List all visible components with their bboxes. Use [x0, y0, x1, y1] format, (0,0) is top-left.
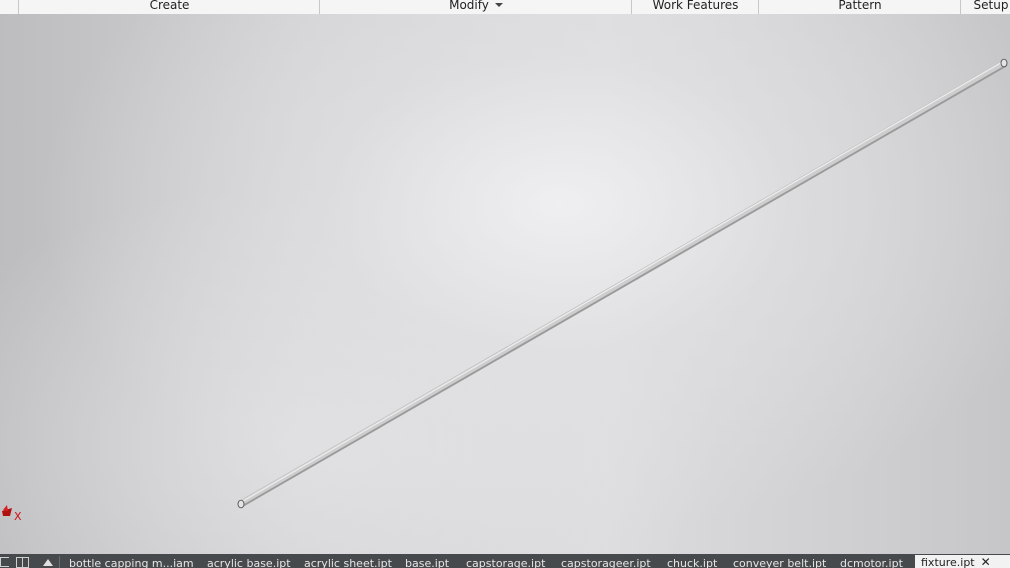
coordinate-triad: X	[2, 505, 22, 523]
panel-pattern[interactable]: Pattern	[758, 0, 961, 14]
tab-dcmotor[interactable]: dcmotor.ipt	[840, 556, 910, 568]
rod-end-cap-right	[1000, 58, 1008, 68]
close-icon[interactable]: ✕	[981, 555, 991, 568]
tab-label: bottle capping m...iam	[69, 557, 194, 568]
tab-label: base.ipt	[405, 557, 450, 568]
tab-label: capstorageer.ipt	[561, 557, 651, 568]
tab-capstorage[interactable]: capstorage.ipt	[466, 556, 552, 568]
panel-modify[interactable]: Modify	[319, 0, 632, 14]
panel-setup-label: Setup	[973, 0, 1009, 12]
tab-label: acrylic base.ipt	[207, 557, 291, 568]
tab-acrylic-base[interactable]: acrylic base.ipt	[207, 556, 295, 568]
rod-highlight	[241, 61, 1004, 503]
panel-create[interactable]: Create	[18, 0, 320, 14]
tab-label: conveyer belt.ipt	[733, 557, 827, 568]
graphics-viewport[interactable]: X	[0, 14, 1010, 554]
ribbon-panel-bar: Create Modify Work Features Pattern Setu…	[0, 0, 1010, 15]
panel-pattern-label: Pattern	[838, 0, 882, 12]
tab-base[interactable]: base.ipt	[405, 556, 457, 568]
panel-modify-label: Modify	[449, 0, 489, 12]
rod-model[interactable]	[237, 58, 1008, 509]
chevron-down-icon[interactable]	[494, 3, 503, 7]
document-list-icon[interactable]	[0, 557, 9, 567]
rod-body	[239, 60, 1006, 506]
tile-views-icon[interactable]	[16, 557, 29, 568]
scroll-up-icon[interactable]	[43, 559, 53, 566]
tab-label: chuck.ipt	[667, 557, 718, 568]
document-tab-bar: bottle capping m...iam acrylic base.ipt …	[0, 554, 1010, 568]
tab-chuck[interactable]: chuck.ipt	[667, 556, 725, 568]
triad-origin-icon	[3, 505, 8, 511]
tab-bottle-capping[interactable]: bottle capping m...iam	[69, 556, 197, 568]
panel-create-label: Create	[149, 0, 190, 12]
tab-label: fixture.ipt	[921, 556, 975, 568]
x-axis-label: X	[14, 510, 22, 523]
panel-work-features[interactable]: Work Features	[631, 0, 759, 14]
tab-label: acrylic sheet.ipt	[304, 557, 392, 568]
tab-label: dcmotor.ipt	[840, 557, 903, 568]
tab-capstorageer[interactable]: capstorageer.ipt	[561, 556, 659, 568]
rod-end-cap-left	[237, 499, 245, 509]
tab-acrylic-sheet[interactable]: acrylic sheet.ipt	[304, 556, 394, 568]
model-canvas: X	[2, 58, 1008, 523]
tab-conveyer-belt[interactable]: conveyer belt.ipt	[733, 556, 831, 568]
panel-work-features-label: Work Features	[652, 0, 739, 12]
panel-setup[interactable]: Setup	[960, 0, 1010, 14]
tab-fixture[interactable]: fixture.ipt ✕	[915, 555, 1010, 568]
tab-label: capstorage.ipt	[466, 557, 546, 568]
tab-separator	[59, 556, 60, 568]
